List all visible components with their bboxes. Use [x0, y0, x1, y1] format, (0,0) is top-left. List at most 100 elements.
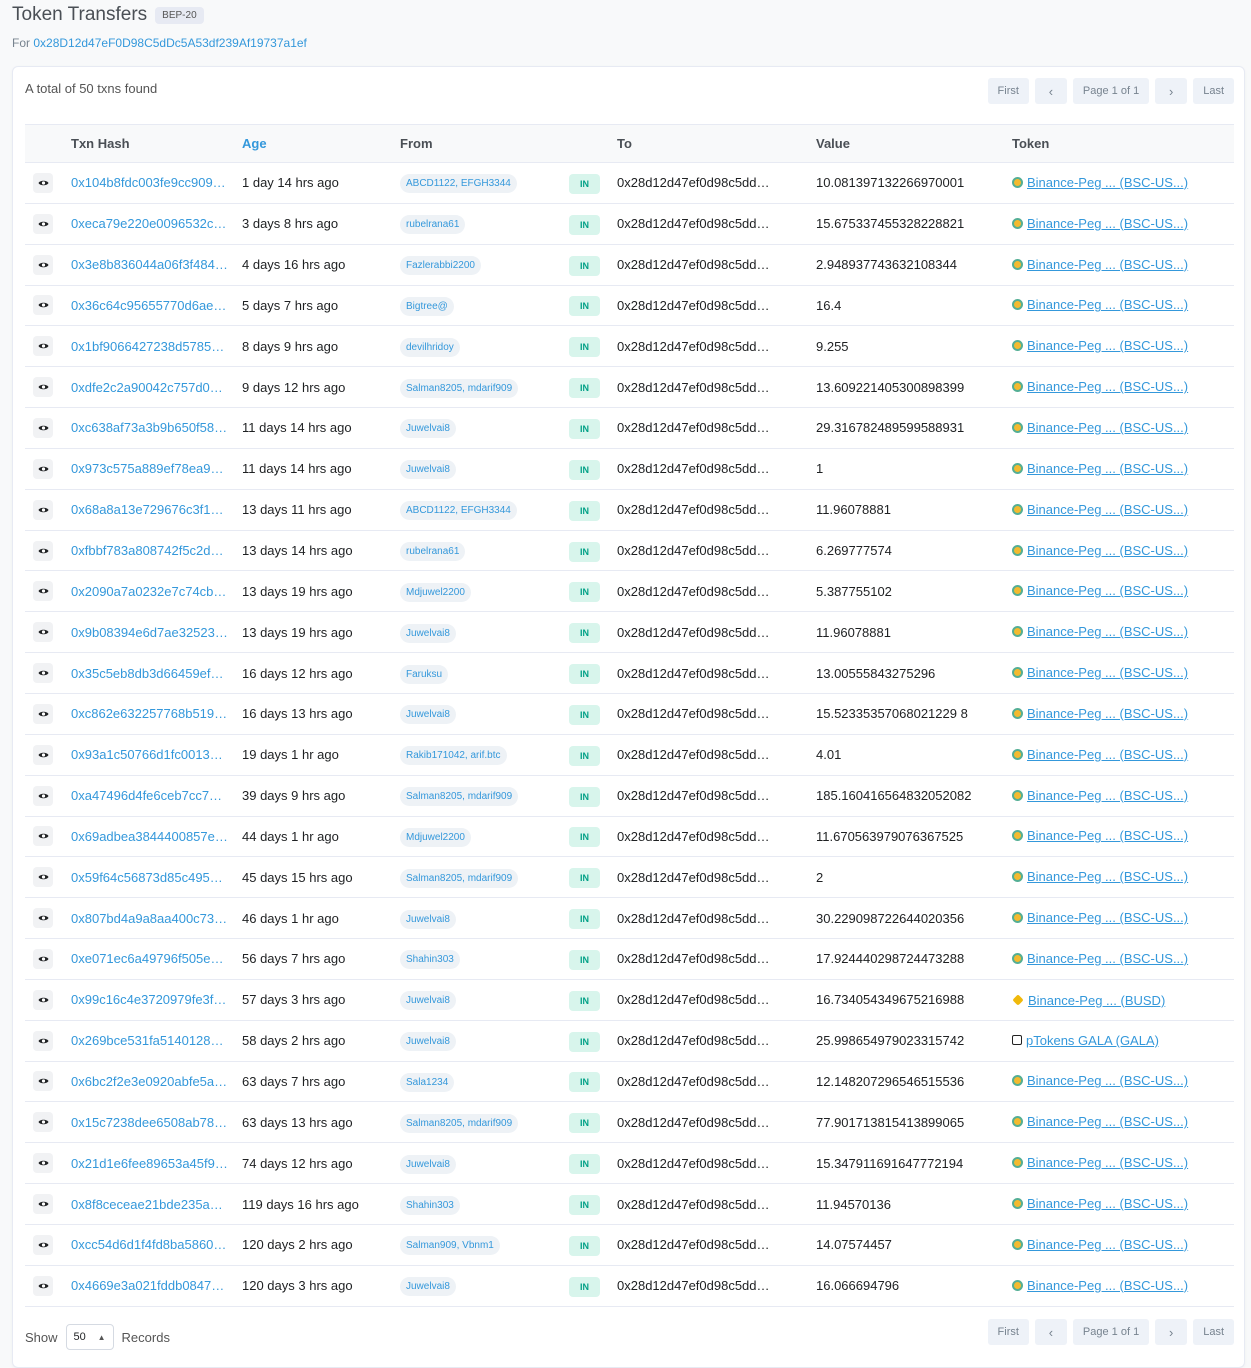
eye-icon[interactable]: [33, 1234, 53, 1255]
txn-hash-link[interactable]: 0x68a8a13e729676c3f1…: [71, 502, 224, 517]
prev-page-button[interactable]: ‹: [1034, 78, 1067, 104]
token-link[interactable]: Binance-Peg ... (BSC-US...): [1012, 297, 1188, 312]
last-page-button[interactable]: Last: [1193, 78, 1234, 104]
eye-icon[interactable]: [33, 1112, 53, 1133]
last-page-button[interactable]: Last: [1193, 1319, 1234, 1345]
first-page-button[interactable]: First: [987, 1319, 1029, 1345]
eye-icon[interactable]: [33, 1071, 53, 1092]
from-address-tag[interactable]: rubelrana61: [400, 215, 466, 235]
eye-icon[interactable]: [33, 377, 53, 398]
eye-icon[interactable]: [33, 867, 53, 888]
eye-icon[interactable]: [33, 254, 53, 275]
from-address-tag[interactable]: Salman8205, mdarif909: [400, 1113, 519, 1133]
from-address-tag[interactable]: Sala1234: [400, 1072, 455, 1092]
txn-hash-link[interactable]: 0x99c16c4e3720979fe3f…: [71, 992, 226, 1007]
from-address-tag[interactable]: Salman8205, mdarif909: [400, 787, 519, 807]
txn-hash-link[interactable]: 0x93a1c50766d1fc0013…: [71, 747, 223, 762]
from-address-tag[interactable]: Salman909, Vbnm1: [400, 1236, 500, 1256]
eye-icon[interactable]: [33, 336, 53, 357]
eye-icon[interactable]: [33, 826, 53, 847]
token-link[interactable]: Binance-Peg ... (BSC-US...): [1012, 706, 1188, 721]
token-link[interactable]: Binance-Peg ... (BSC-US...): [1012, 1073, 1188, 1088]
prev-page-button[interactable]: ‹: [1034, 1319, 1067, 1345]
from-address-tag[interactable]: Juwelvai8: [400, 1154, 456, 1174]
from-address-tag[interactable]: Juwelvai8: [400, 460, 456, 480]
eye-icon[interactable]: [33, 744, 53, 765]
from-address-tag[interactable]: ABCD1122, EFGH3344: [400, 174, 517, 194]
from-address-tag[interactable]: Rakib171042, arif.btc: [400, 746, 507, 766]
from-address-tag[interactable]: Juwelvai8: [400, 623, 456, 643]
token-link[interactable]: Binance-Peg ... (BSC-US...): [1012, 624, 1188, 639]
eye-icon[interactable]: [33, 663, 53, 684]
txn-hash-link[interactable]: 0xc638af73a3b9b650f58…: [71, 420, 227, 435]
token-link[interactable]: Binance-Peg ... (BSC-US...): [1012, 502, 1188, 517]
token-link[interactable]: Binance-Peg ... (BSC-US...): [1012, 1278, 1188, 1293]
txn-hash-link[interactable]: 0x807bd4a9a8aa400c73…: [71, 911, 227, 926]
from-address-tag[interactable]: Juwelvai8: [400, 991, 456, 1011]
from-address-tag[interactable]: rubelrana61: [400, 542, 466, 562]
from-address-tag[interactable]: Juwelvai8: [400, 1277, 456, 1297]
txn-hash-link[interactable]: 0x3e8b836044a06f3f484…: [71, 257, 228, 272]
txn-hash-link[interactable]: 0x4669e3a021fddb0847…: [71, 1278, 224, 1293]
eye-icon[interactable]: [33, 581, 53, 602]
eye-icon[interactable]: [33, 213, 53, 234]
from-address-tag[interactable]: Mdjuwel2200: [400, 582, 471, 602]
token-link[interactable]: Binance-Peg ... (BSC-US...): [1012, 1155, 1188, 1170]
from-address-tag[interactable]: Salman8205, mdarif909: [400, 378, 519, 398]
txn-hash-link[interactable]: 0x69adbea3844400857e…: [71, 829, 228, 844]
token-link[interactable]: Binance-Peg ... (BSC-US...): [1012, 420, 1188, 435]
from-address-tag[interactable]: Mdjuwel2200: [400, 827, 471, 847]
token-link[interactable]: Binance-Peg ... (BSC-US...): [1012, 543, 1188, 558]
eye-icon[interactable]: [33, 703, 53, 724]
eye-icon[interactable]: [33, 458, 53, 479]
token-link[interactable]: Binance-Peg ... (BSC-US...): [1012, 747, 1188, 762]
from-address-tag[interactable]: Bigtree@: [400, 296, 454, 316]
first-page-button[interactable]: First: [987, 78, 1029, 104]
token-link[interactable]: Binance-Peg ... (BSC-US...): [1012, 1196, 1188, 1211]
token-link[interactable]: Binance-Peg ... (BUSD): [1012, 993, 1165, 1008]
token-link[interactable]: Binance-Peg ... (BSC-US...): [1012, 379, 1188, 394]
eye-icon[interactable]: [33, 540, 53, 561]
token-link[interactable]: Binance-Peg ... (BSC-US...): [1012, 583, 1188, 598]
token-link[interactable]: Binance-Peg ... (BSC-US...): [1012, 951, 1188, 966]
eye-icon[interactable]: [33, 172, 53, 193]
txn-hash-link[interactable]: 0x104b8fdc003fe9cc909…: [71, 175, 226, 190]
col-age-toggle[interactable]: Age: [242, 125, 400, 163]
from-address-tag[interactable]: Shahin303: [400, 1195, 460, 1215]
txn-hash-link[interactable]: 0x21d1e6fee89653a45f9…: [71, 1156, 228, 1171]
token-link[interactable]: Binance-Peg ... (BSC-US...): [1012, 338, 1188, 353]
token-link[interactable]: Binance-Peg ... (BSC-US...): [1012, 257, 1188, 272]
page-size-select[interactable]: 50 ▲︎: [65, 1324, 114, 1350]
token-link[interactable]: Binance-Peg ... (BSC-US...): [1012, 910, 1188, 925]
eye-icon[interactable]: [33, 622, 53, 643]
eye-icon[interactable]: [33, 989, 53, 1010]
eye-icon[interactable]: [33, 417, 53, 438]
txn-hash-link[interactable]: 0x973c575a889ef78ea9…: [71, 461, 224, 476]
token-link[interactable]: Binance-Peg ... (BSC-US...): [1012, 175, 1188, 190]
token-link[interactable]: Binance-Peg ... (BSC-US...): [1012, 216, 1188, 231]
from-address-tag[interactable]: Fazlerabbi2200: [400, 256, 481, 276]
txn-hash-link[interactable]: 0x8f8ceceae21bde235a…: [71, 1197, 223, 1212]
from-address-tag[interactable]: ABCD1122, EFGH3344: [400, 501, 517, 521]
eye-icon[interactable]: [33, 948, 53, 969]
txn-hash-link[interactable]: 0xa47496d4fe6ceb7cc7…: [71, 788, 222, 803]
address-link[interactable]: 0x28D12d47eF0D98C5dDc5A53df239Af19737a1e…: [33, 36, 307, 50]
txn-hash-link[interactable]: 0x15c7238dee6508ab78…: [71, 1115, 227, 1130]
eye-icon[interactable]: [33, 1275, 53, 1296]
eye-icon[interactable]: [33, 1030, 53, 1051]
txn-hash-link[interactable]: 0x59f64c56873d85c495…: [71, 870, 223, 885]
txn-hash-link[interactable]: 0xe071ec6a49796f505e…: [71, 951, 224, 966]
eye-icon[interactable]: [33, 295, 53, 316]
txn-hash-link[interactable]: 0xcc54d6d1f4fd8ba5860…: [71, 1237, 226, 1252]
from-address-tag[interactable]: Salman8205, mdarif909: [400, 868, 519, 888]
token-link[interactable]: Binance-Peg ... (BSC-US...): [1012, 788, 1188, 803]
txn-hash-link[interactable]: 0x35c5eb8db3d66459ef…: [71, 666, 224, 681]
txn-hash-link[interactable]: 0xfbbf783a808742f5c2d…: [71, 543, 224, 558]
txn-hash-link[interactable]: 0x269bce531fa5140128…: [71, 1033, 224, 1048]
from-address-tag[interactable]: Juwelvai8: [400, 909, 456, 929]
from-address-tag[interactable]: Juwelvai8: [400, 1032, 456, 1052]
eye-icon[interactable]: [33, 1153, 53, 1174]
token-link[interactable]: Binance-Peg ... (BSC-US...): [1012, 869, 1188, 884]
txn-hash-link[interactable]: 0x9b08394e6d7ae32523…: [71, 625, 228, 640]
eye-icon[interactable]: [33, 908, 53, 929]
